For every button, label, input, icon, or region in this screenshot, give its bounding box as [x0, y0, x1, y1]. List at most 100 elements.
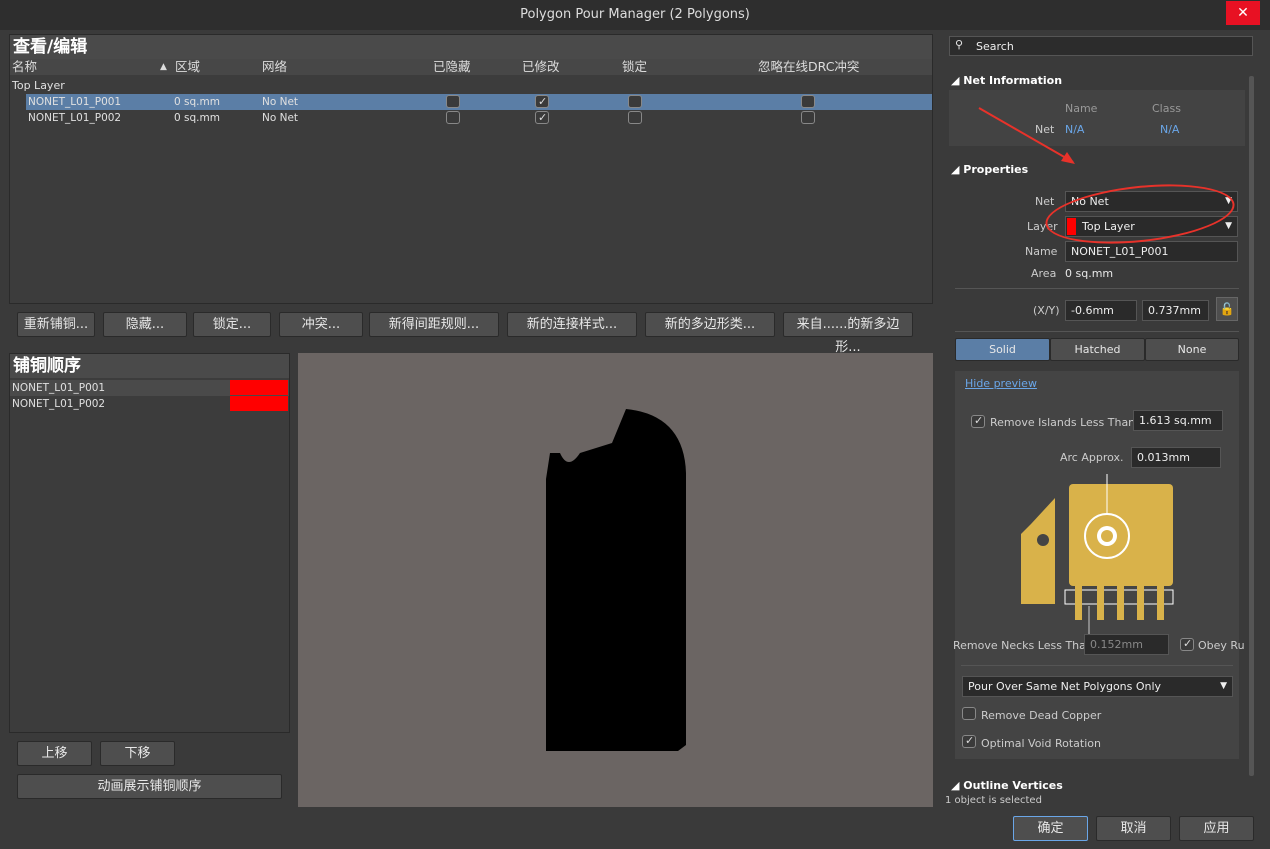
col-area[interactable]: 区域	[175, 59, 200, 75]
divider	[955, 331, 1239, 332]
new-polygon-from-button[interactable]: 来自......的新多边形...	[783, 312, 913, 355]
islands-input[interactable]: 1.613 sq.mm	[1133, 410, 1223, 431]
cell-area: 0 sq.mm	[174, 96, 220, 108]
view-edit-panel: 查看/编辑 名称 ▲ 区域 网络 已隐藏 已修改 锁定 忽略在线DRC冲突 To…	[9, 34, 933, 304]
polygon-preview	[298, 353, 933, 807]
cell-area: 0 sq.mm	[174, 112, 220, 124]
necks-label: Remove Necks Less Than	[953, 639, 1093, 652]
cancel-button[interactable]: 取消	[1096, 816, 1171, 841]
new-connect-style-button[interactable]: 新的连接样式...	[507, 312, 637, 337]
violations-button[interactable]: 冲突...	[279, 312, 363, 337]
move-up-button[interactable]: 上移	[17, 741, 92, 766]
col-modified[interactable]: 已修改	[522, 59, 560, 75]
close-button[interactable]: ✕	[1226, 1, 1260, 25]
xy-label: (X/Y)	[1033, 304, 1060, 317]
pour-over-value: Pour Over Same Net Polygons Only	[968, 680, 1162, 693]
modified-checkbox[interactable]	[535, 94, 549, 110]
tab-hatched[interactable]: Hatched	[1050, 338, 1145, 361]
color-swatch	[230, 396, 288, 411]
locked-checkbox[interactable]	[628, 95, 642, 108]
net-class-link[interactable]: N/A	[1160, 123, 1179, 136]
polygon-shape	[546, 409, 686, 751]
arc-input[interactable]: 0.013mm	[1131, 447, 1221, 468]
pour-order-panel: 铺铜顺序 NONET_L01_P001 NONET_L01_P002	[9, 353, 290, 733]
obey-rules-checkbox[interactable]	[1180, 637, 1194, 651]
list-item[interactable]: NONET_L01_P002	[10, 396, 289, 412]
drc-checkbox[interactable]	[801, 111, 815, 124]
tab-none[interactable]: None	[1145, 338, 1239, 361]
drc-checkbox[interactable]	[801, 95, 815, 108]
search-input[interactable]: Search	[949, 36, 1253, 56]
table-row[interactable]: NONET_L01_P001 0 sq.mm No Net	[26, 94, 932, 110]
lock-icon[interactable]: 🔓	[1216, 297, 1238, 321]
animate-order-button[interactable]: 动画展示铺铜顺序	[17, 774, 282, 799]
divider	[961, 665, 1233, 666]
chevron-down-icon: ▼	[1225, 221, 1232, 231]
hide-button[interactable]: 隐藏...	[103, 312, 187, 337]
properties-panel: Search ⚲ ◢ Net Information Name Class Ne…	[941, 34, 1261, 807]
hidden-checkbox[interactable]	[446, 111, 460, 124]
col-net[interactable]: 网络	[262, 59, 287, 75]
cell-name: NONET_L01_P002	[28, 112, 122, 124]
cell-net: No Net	[262, 96, 299, 108]
hidden-checkbox[interactable]	[446, 95, 460, 108]
cell-net: No Net	[262, 112, 299, 124]
void-rotation-label: Optimal Void Rotation	[981, 737, 1101, 750]
islands-label: Remove Islands Less Than	[990, 416, 1136, 429]
move-down-button[interactable]: 下移	[100, 741, 175, 766]
scrollbar[interactable]	[1249, 76, 1254, 776]
list-item[interactable]: NONET_L01_P001	[10, 380, 289, 396]
obey-rules-label: Obey Ru	[1198, 639, 1245, 652]
name-input[interactable]: NONET_L01_P001	[1065, 241, 1238, 262]
hide-preview-link[interactable]: Hide preview	[965, 377, 1037, 390]
col-locked[interactable]: 锁定	[622, 59, 647, 75]
ok-button[interactable]: 确定	[1013, 816, 1088, 841]
class-header: Class	[1152, 102, 1181, 115]
net-info-heading[interactable]: ◢ Net Information	[951, 74, 1062, 87]
arc-label: Arc Approx.	[1060, 451, 1124, 464]
x-input[interactable]: -0.6mm	[1065, 300, 1137, 321]
col-ignore-drc[interactable]: 忽略在线DRC冲突	[758, 59, 859, 75]
table-row[interactable]: NONET_L01_P002 0 sq.mm No Net	[26, 110, 932, 126]
islands-checkbox[interactable]	[971, 414, 985, 428]
outline-heading[interactable]: ◢ Outline Vertices	[951, 779, 1063, 792]
color-swatch	[230, 380, 288, 395]
apply-button[interactable]: 应用	[1179, 816, 1254, 841]
chevron-down-icon: ▼	[1220, 681, 1227, 691]
area-label: Area	[1031, 267, 1057, 280]
name-field-label: Name	[1025, 245, 1058, 258]
dead-copper-label: Remove Dead Copper	[981, 709, 1102, 722]
net-info-label: Net Information	[963, 74, 1063, 87]
new-clearance-rule-button[interactable]: 新得间距规则...	[369, 312, 499, 337]
locked-checkbox[interactable]	[628, 111, 642, 124]
new-polygon-class-button[interactable]: 新的多边形类...	[645, 312, 775, 337]
repour-button[interactable]: 重新铺铜...	[17, 312, 95, 337]
necks-input[interactable]: 0.152mm	[1084, 634, 1169, 655]
group-label: Top Layer	[12, 79, 65, 92]
area-value: 0 sq.mm	[1065, 267, 1114, 280]
status-text: 1 object is selected	[945, 795, 1042, 806]
arrow-annotation	[978, 107, 1075, 164]
tab-solid[interactable]: Solid	[955, 338, 1050, 361]
void-rotation-checkbox[interactable]	[962, 734, 976, 748]
col-hidden[interactable]: 已隐藏	[433, 59, 471, 75]
pour-preview-graphic	[1021, 474, 1174, 634]
item-label: NONET_L01_P001	[12, 382, 106, 394]
table-header: 名称 ▲ 区域 网络 已隐藏 已修改 锁定 忽略在线DRC冲突	[10, 59, 932, 75]
panel-title: 铺铜顺序	[10, 354, 289, 378]
y-input[interactable]: 0.737mm	[1142, 300, 1209, 321]
search-icon: ⚲	[955, 38, 964, 51]
pour-over-select[interactable]: Pour Over Same Net Polygons Only ▼	[962, 676, 1233, 697]
dead-copper-checkbox[interactable]	[962, 707, 976, 720]
lock-button[interactable]: 锁定...	[193, 312, 271, 337]
sort-icon: ▲	[160, 62, 167, 72]
window-title: Polygon Pour Manager (2 Polygons)	[0, 0, 1270, 30]
divider	[955, 288, 1239, 289]
col-name[interactable]: 名称	[12, 59, 37, 75]
cell-name: NONET_L01_P001	[28, 96, 122, 108]
net-field-label: Net	[1035, 195, 1055, 208]
outline-label: Outline Vertices	[963, 779, 1063, 792]
modified-checkbox[interactable]	[535, 110, 549, 126]
item-label: NONET_L01_P002	[12, 398, 106, 410]
close-icon: ✕	[1237, 5, 1249, 21]
